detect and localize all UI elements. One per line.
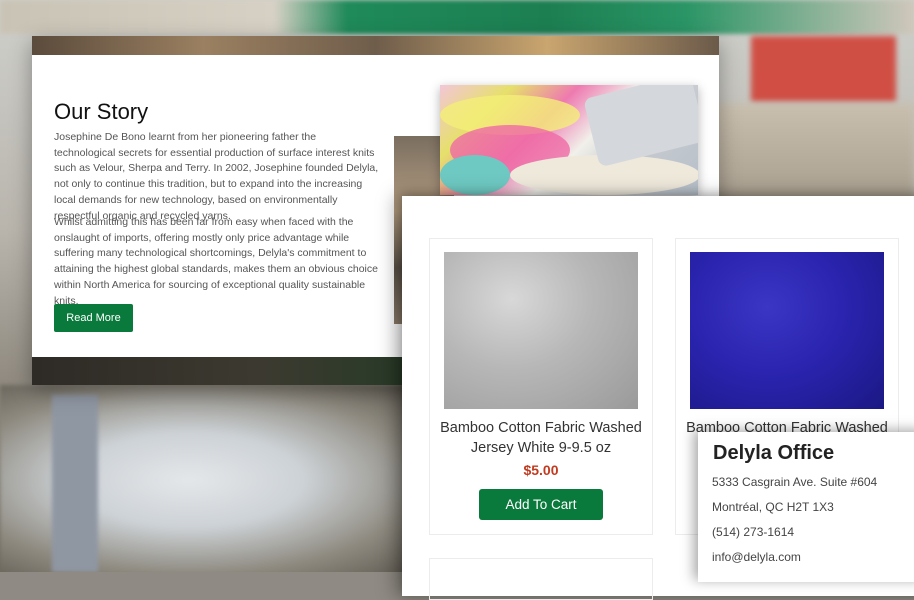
office-city: Montréal, QC H2T 1X3 <box>712 500 834 514</box>
background-awning <box>0 0 914 34</box>
add-to-cart-button[interactable]: Add To Cart <box>479 489 603 520</box>
product-image[interactable] <box>444 252 638 409</box>
office-title: Delyla Office <box>713 442 835 464</box>
story-paragraph-2: Whilst admitting this has been far from … <box>54 216 378 307</box>
office-phone[interactable]: (514) 273-1614 <box>712 525 794 539</box>
story-title: Our Story <box>54 99 149 124</box>
product-price: $5.00 <box>523 462 559 478</box>
office-info-card: Delyla Office 5333 Casgrain Ave. Suite #… <box>698 432 914 582</box>
yarn-photo <box>440 85 698 195</box>
story-header-image <box>32 36 719 55</box>
product-card[interactable]: Bamboo Cotton Fabric Washed Jersey White… <box>429 238 653 535</box>
product-name[interactable]: Bamboo Cotton Fabric Washed Jersey White… <box>434 418 648 458</box>
office-email[interactable]: info@delyla.com <box>712 550 801 564</box>
read-more-button[interactable]: Read More <box>54 304 133 332</box>
background-red-sign <box>751 36 896 102</box>
office-address: 5333 Casgrain Ave. Suite #604 <box>712 475 878 489</box>
product-image[interactable] <box>690 252 884 409</box>
background-pole <box>52 395 98 572</box>
product-card[interactable] <box>429 558 653 600</box>
story-paragraph-1: Josephine De Bono learnt from her pionee… <box>54 131 379 222</box>
